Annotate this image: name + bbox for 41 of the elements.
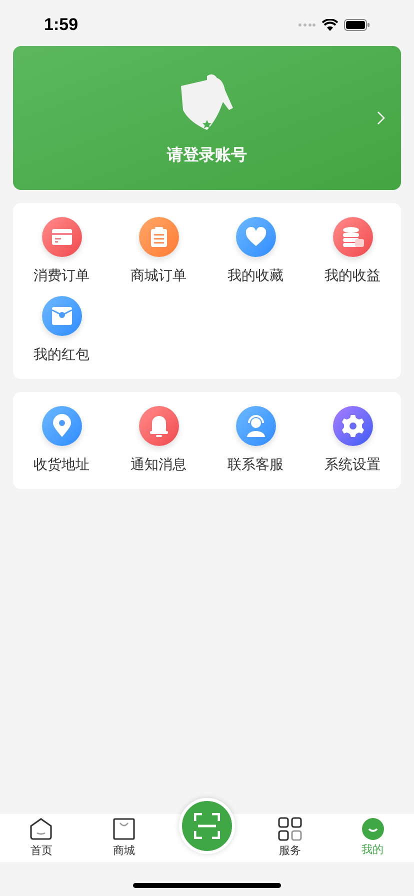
scan-icon	[194, 813, 220, 839]
menu-item-label: 我的收益	[324, 266, 380, 285]
menu-item[interactable]: 我的收藏	[207, 217, 304, 286]
menu-item-label: 联系客服	[228, 455, 284, 474]
menu-item-label: 收货地址	[34, 455, 90, 474]
menu-item-label: 我的红包	[34, 345, 90, 364]
scan-button[interactable]	[178, 798, 235, 854]
card-icon	[50, 228, 72, 246]
battery-icon	[344, 19, 370, 31]
shopping-bag-icon	[113, 816, 136, 841]
smiley-icon	[362, 818, 384, 840]
tab-item[interactable]: 商城	[82, 814, 166, 862]
menu-item-label: 通知消息	[130, 455, 186, 474]
chevron-right-icon	[377, 111, 385, 125]
menu-item-label: 我的收藏	[228, 266, 284, 285]
clipboard-icon	[150, 226, 168, 248]
menu-item[interactable]: 我的收益	[304, 217, 401, 286]
menu-item[interactable]: 联系客服	[207, 406, 304, 475]
wifi-icon	[322, 19, 338, 31]
location-pin-icon	[52, 414, 72, 438]
envelope-icon	[50, 306, 72, 326]
status-time: 1:59	[44, 14, 78, 36]
menu-item[interactable]: 通知消息	[110, 406, 207, 475]
tab-item[interactable]: 服务	[248, 814, 332, 862]
bell-icon	[148, 414, 170, 438]
menu-item-label: 系统设置	[324, 455, 380, 474]
menu-item-label: 商城订单	[130, 266, 186, 285]
heart-icon	[244, 227, 266, 247]
login-prompt: 请登录账号	[167, 146, 247, 166]
menu-item-label: 消费订单	[34, 266, 90, 285]
home-icon	[29, 816, 54, 841]
coin-stack-icon	[340, 226, 364, 248]
menu-item[interactable]: 我的红包	[13, 296, 110, 365]
settings-icon	[340, 414, 364, 438]
menu-item[interactable]: 商城订单	[110, 217, 207, 286]
tab-item[interactable]: 首页	[0, 814, 83, 862]
menu-item[interactable]: 收货地址	[13, 406, 110, 475]
menu-item[interactable]: 系统设置	[304, 406, 401, 475]
grid-icon	[278, 816, 302, 841]
menu-item[interactable]: 消费订单	[13, 217, 110, 286]
signal-icon	[298, 23, 316, 27]
